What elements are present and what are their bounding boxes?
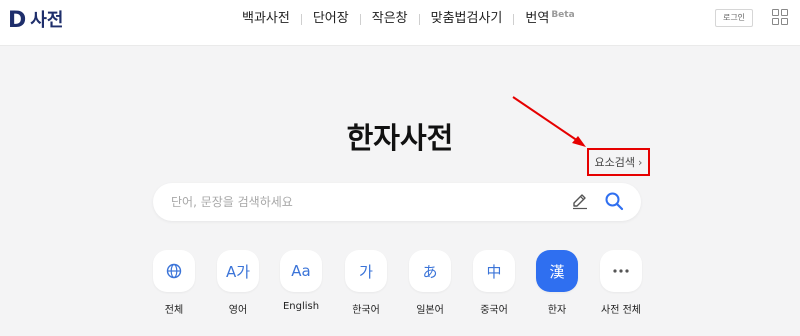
- app-grid-icon[interactable]: [772, 9, 788, 25]
- search-input[interactable]: [171, 192, 551, 212]
- nav-wordbook[interactable]: 단어장: [313, 10, 349, 28]
- annotation-arrow: [512, 96, 586, 147]
- handwriting-pen-icon[interactable]: [571, 192, 589, 210]
- dict-logo[interactable]: D 사전: [8, 10, 63, 32]
- chevron-right-icon: ›: [638, 155, 643, 169]
- hanja-icon[interactable]: 漢: [536, 250, 578, 292]
- category-hanja[interactable]: 漢 한자: [535, 250, 579, 316]
- nav-spell-checker[interactable]: 맞춤법검사기: [431, 10, 503, 28]
- category-japanese[interactable]: あ 일본어: [408, 250, 452, 316]
- more-icon[interactable]: [600, 250, 642, 292]
- category-label: 일본어: [416, 305, 444, 316]
- category-english[interactable]: A가 영어: [216, 250, 260, 316]
- category-label: 전체: [164, 305, 184, 316]
- search-bar: [153, 183, 641, 221]
- page-title: 한자사전: [346, 121, 454, 155]
- nav-divider: [359, 13, 361, 25]
- nav-translate[interactable]: 번역 Beta: [525, 10, 574, 29]
- category-label: 한국어: [352, 305, 380, 316]
- nav-divider: [418, 13, 420, 25]
- nav-small-window[interactable]: 작은창: [372, 10, 408, 28]
- nav-translate-label: 번역: [525, 10, 550, 26]
- logo-text: 사전: [30, 10, 64, 31]
- nav-encyclopedia[interactable]: 백과사전: [242, 10, 290, 28]
- category-english-english[interactable]: Aa English: [279, 250, 323, 312]
- category-all-dictionaries[interactable]: 사전 전체: [599, 250, 643, 316]
- category-label: 한자: [547, 305, 567, 316]
- chinese-icon[interactable]: 中: [473, 250, 515, 292]
- category-label: English: [282, 301, 320, 312]
- search-icon[interactable]: [604, 191, 624, 211]
- category-label: 영어: [228, 305, 248, 316]
- korean-icon[interactable]: 가: [345, 250, 387, 292]
- element-search-link[interactable]: 요소검색 ›: [587, 148, 650, 176]
- nav-divider: [300, 13, 302, 25]
- logo-letter: D: [8, 8, 27, 33]
- beta-badge: Beta: [551, 9, 575, 20]
- top-header: D 사전 백과사전 단어장 작은창 맞춤법검사기 번역 Beta 로그인: [0, 0, 800, 46]
- login-button[interactable]: 로그인: [715, 9, 753, 27]
- globe-icon[interactable]: [153, 250, 195, 292]
- category-all[interactable]: 전체: [152, 250, 196, 316]
- english-english-icon[interactable]: Aa: [280, 250, 322, 292]
- category-label: 사전 전체: [601, 305, 641, 316]
- english-icon[interactable]: A가: [217, 250, 259, 292]
- japanese-icon[interactable]: あ: [409, 250, 451, 292]
- top-nav: 백과사전 단어장 작은창 맞춤법검사기 번역 Beta: [242, 10, 575, 28]
- category-label: 중국어: [480, 305, 508, 316]
- category-korean[interactable]: 가 한국어: [344, 250, 388, 316]
- category-chinese[interactable]: 中 중국어: [472, 250, 516, 316]
- nav-divider: [513, 13, 515, 25]
- element-search-label: 요소검색: [594, 156, 636, 169]
